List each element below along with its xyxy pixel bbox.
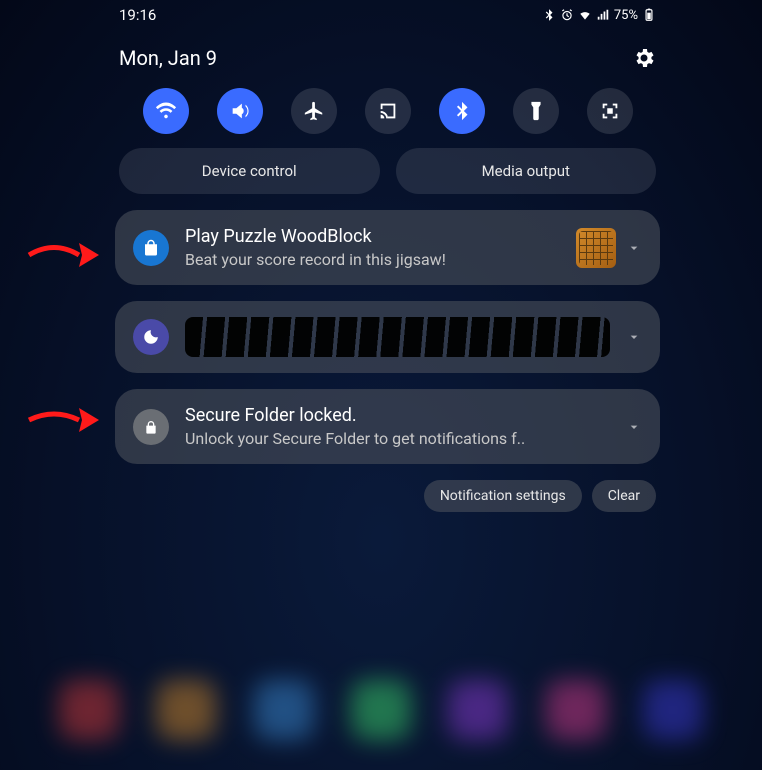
- notification-app-icon: [133, 409, 169, 445]
- bag-icon: [142, 239, 160, 257]
- wifi-icon: [155, 100, 177, 122]
- settings-gear-button[interactable]: [632, 46, 656, 70]
- notification-thumbnail: [576, 228, 616, 268]
- annotation-arrow-2: [24, 400, 104, 444]
- status-icons: 75%: [542, 8, 656, 23]
- home-dock-blurred: [0, 680, 762, 740]
- media-output-button[interactable]: Media output: [396, 148, 657, 194]
- device-control-button[interactable]: Device control: [119, 148, 380, 194]
- status-bar: 19:16 75%: [115, 0, 660, 30]
- notification-title: Secure Folder locked.: [185, 405, 610, 426]
- moon-icon: [142, 328, 160, 346]
- battery-percent: 75%: [614, 8, 638, 23]
- notification-redacted-body: [185, 317, 610, 357]
- bluetooth-toggle[interactable]: [439, 88, 485, 134]
- flashlight-toggle[interactable]: [513, 88, 559, 134]
- notification-title: Play Puzzle WoodBlock: [185, 226, 560, 247]
- sound-toggle[interactable]: [217, 88, 263, 134]
- airplane-toggle[interactable]: [291, 88, 337, 134]
- cast-icon: [377, 100, 399, 122]
- signal-status-icon: [596, 8, 610, 22]
- airplane-icon: [303, 100, 325, 122]
- screenshot-toggle[interactable]: [587, 88, 633, 134]
- media-output-label: Media output: [482, 162, 570, 180]
- lock-icon: [143, 419, 159, 435]
- chevron-down-icon[interactable]: [626, 329, 642, 345]
- panel-date: Mon, Jan 9: [119, 46, 217, 70]
- wifi-status-icon: [578, 8, 592, 22]
- clear-button[interactable]: Clear: [592, 480, 656, 512]
- clear-label: Clear: [608, 488, 640, 504]
- bluetooth-status-icon: [542, 8, 556, 22]
- notification-settings-button[interactable]: Notification settings: [424, 480, 582, 512]
- notification-settings-label: Notification settings: [440, 488, 566, 504]
- annotation-arrow-1: [24, 235, 104, 279]
- wifi-toggle[interactable]: [143, 88, 189, 134]
- chevron-down-icon[interactable]: [626, 419, 642, 435]
- notification-text: Beat your score record in this jigsaw!: [185, 250, 560, 269]
- notification-app-icon: [133, 230, 169, 266]
- cast-toggle[interactable]: [365, 88, 411, 134]
- bluetooth-icon: [451, 100, 473, 122]
- notification-card-secure-folder[interactable]: Secure Folder locked. Unlock your Secure…: [115, 389, 660, 464]
- notification-card-redacted[interactable]: [115, 301, 660, 373]
- screenshot-icon: [599, 100, 621, 122]
- sound-icon: [229, 100, 251, 122]
- device-control-label: Device control: [202, 162, 297, 180]
- quick-toggles-row: [115, 80, 660, 148]
- status-time: 19:16: [119, 6, 156, 24]
- notification-card-puzzle[interactable]: Play Puzzle WoodBlock Beat your score re…: [115, 210, 660, 285]
- alarm-status-icon: [560, 8, 574, 22]
- notification-app-icon: [133, 319, 169, 355]
- gear-icon: [632, 46, 656, 70]
- notification-text: Unlock your Secure Folder to get notific…: [185, 429, 610, 448]
- flashlight-icon: [525, 100, 547, 122]
- chevron-down-icon[interactable]: [626, 240, 642, 256]
- battery-status-icon: [642, 8, 656, 22]
